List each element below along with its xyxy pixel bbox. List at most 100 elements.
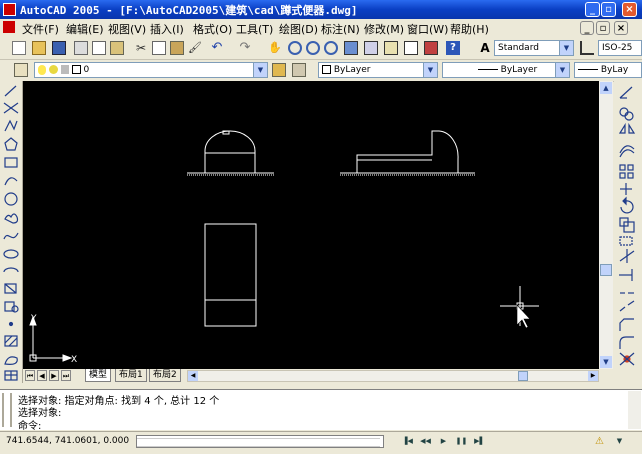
point-icon[interactable] <box>8 321 14 327</box>
menu-help[interactable]: 帮助(H) <box>450 21 489 37</box>
command-prompt[interactable]: 命令: <box>18 417 41 432</box>
construction-line-icon[interactable] <box>3 102 19 114</box>
command-scrollbar[interactable] <box>628 391 641 429</box>
ellipse-arc-icon[interactable] <box>3 267 19 273</box>
move-icon[interactable] <box>620 183 632 195</box>
tab-last-button[interactable]: ⏭ <box>61 370 71 381</box>
chevron-down-icon[interactable]: ▼ <box>555 63 569 77</box>
line-icon[interactable] <box>4 85 17 97</box>
make-block-icon[interactable] <box>4 301 19 313</box>
layer-select[interactable]: 0 ▼ <box>34 62 268 78</box>
vertical-scrollbar[interactable]: ▲ ▼ <box>599 81 613 369</box>
command-line-window[interactable]: 选择对象: 指定对角点: 找到 4 个, 总计 12 个 选择对象: 命令: <box>0 389 642 432</box>
linetype-select[interactable]: ByLayer ▼ <box>442 62 570 78</box>
explode-icon[interactable] <box>619 352 635 366</box>
chevron-down-icon[interactable]: ▼ <box>559 41 573 55</box>
region-icon[interactable] <box>4 356 18 365</box>
drawing-canvas[interactable]: Y X <box>23 81 599 369</box>
match-properties-icon[interactable]: 🖌 <box>188 41 202 55</box>
tab-model[interactable]: 模型 <box>85 369 112 382</box>
menu-tools[interactable]: 工具(T) <box>236 21 273 37</box>
trim-icon[interactable] <box>619 249 635 263</box>
tab-next-button[interactable]: ▶ <box>49 370 59 381</box>
open-icon[interactable] <box>32 41 46 55</box>
table-icon[interactable] <box>4 370 18 381</box>
document-icon[interactable] <box>3 21 15 33</box>
sheet-set-icon[interactable] <box>404 41 418 55</box>
properties-icon[interactable] <box>344 41 358 55</box>
ellipse-icon[interactable] <box>3 249 19 259</box>
text-style-select[interactable]: Standard ▼ <box>494 40 574 56</box>
save-icon[interactable] <box>52 41 66 55</box>
cut-icon[interactable]: ✂ <box>134 41 148 55</box>
stretch-icon[interactable] <box>619 236 633 246</box>
menu-draw[interactable]: 绘图(D) <box>279 21 318 37</box>
paste-icon[interactable] <box>170 41 184 55</box>
menu-format[interactable]: 格式(O) <box>193 21 232 37</box>
media-pause-icon[interactable]: ❚❚ <box>454 435 469 448</box>
horizontal-scrollbar[interactable]: ◀ ▶ <box>187 370 599 382</box>
extend-icon[interactable] <box>619 269 633 281</box>
doc-minimize-button[interactable]: _ <box>580 21 594 35</box>
zoom-window-icon[interactable] <box>306 41 320 55</box>
menu-file[interactable]: 文件(F) <box>22 21 59 37</box>
scale-icon[interactable] <box>619 217 635 233</box>
close-button[interactable]: × <box>622 2 637 17</box>
scroll-thumb[interactable] <box>600 264 612 276</box>
copy-icon[interactable] <box>152 41 166 55</box>
chevron-down-icon[interactable]: ▼ <box>253 63 267 77</box>
menu-edit[interactable]: 编辑(E) <box>66 21 104 37</box>
revision-cloud-icon[interactable] <box>4 213 19 224</box>
status-menu-icon[interactable]: ▼ <box>612 435 627 448</box>
scroll-up-button[interactable]: ▲ <box>600 82 612 94</box>
new-icon[interactable] <box>12 41 26 55</box>
pan-realtime-icon[interactable]: ✋ <box>268 41 282 55</box>
scroll-left-button[interactable]: ◀ <box>188 371 198 381</box>
rectangle-icon[interactable] <box>4 157 18 168</box>
media-play-icon[interactable]: ▶ <box>436 435 451 448</box>
design-center-icon[interactable] <box>364 41 378 55</box>
print-icon[interactable] <box>74 41 88 55</box>
dim-style-icon[interactable] <box>580 41 594 55</box>
tab-layout2[interactable]: 布局2 <box>149 369 181 382</box>
insert-block-icon[interactable] <box>4 283 17 294</box>
tab-layout1[interactable]: 布局1 <box>115 369 147 382</box>
tab-first-button[interactable]: ⏮ <box>25 370 35 381</box>
zoom-previous-icon[interactable] <box>324 41 338 55</box>
print-preview-icon[interactable] <box>92 41 106 55</box>
layer-previous-icon[interactable] <box>292 63 306 77</box>
polygon-icon[interactable] <box>4 137 18 151</box>
doc-restore-button[interactable]: ▫ <box>596 21 610 35</box>
media-first-icon[interactable]: ▐◀ <box>400 435 415 448</box>
doc-close-button[interactable]: × <box>614 21 628 35</box>
scroll-down-button[interactable]: ▼ <box>600 356 612 368</box>
lineweight-select[interactable]: ByLay <box>574 62 642 78</box>
erase-icon[interactable] <box>619 86 633 99</box>
markup-icon[interactable] <box>424 41 438 55</box>
spline-icon[interactable] <box>3 232 19 240</box>
help-icon[interactable]: ? <box>446 41 460 55</box>
tool-palettes-icon[interactable] <box>384 41 398 55</box>
chevron-down-icon[interactable]: ▼ <box>423 63 437 77</box>
menu-insert[interactable]: 插入(I) <box>150 21 184 37</box>
coordinate-display[interactable]: 741.6544, 741.0601, 0.000 <box>6 436 129 446</box>
zoom-realtime-icon[interactable] <box>288 41 302 55</box>
offset-icon[interactable] <box>619 145 635 158</box>
command-window-grip[interactable] <box>2 393 12 427</box>
break-icon[interactable] <box>619 300 635 312</box>
menu-dimension[interactable]: 标注(N) <box>321 21 360 37</box>
copy-object-icon[interactable] <box>619 107 634 121</box>
tab-prev-button[interactable]: ◀ <box>37 370 47 381</box>
horizontal-scroll-thumb[interactable] <box>518 371 528 381</box>
polyline-icon[interactable] <box>4 119 18 132</box>
rotate-icon[interactable] <box>620 196 634 214</box>
mirror-icon[interactable] <box>618 122 636 134</box>
menu-window[interactable]: 窗口(W) <box>407 21 448 37</box>
redo-icon[interactable]: ↷ <box>238 41 252 55</box>
menu-modify[interactable]: 修改(M) <box>364 21 404 37</box>
media-rewind-icon[interactable]: ◀◀ <box>418 435 433 448</box>
scroll-right-button[interactable]: ▶ <box>588 371 598 381</box>
text-style-icon[interactable]: A <box>478 41 492 55</box>
chamfer-icon[interactable] <box>619 318 634 331</box>
fillet-icon[interactable] <box>619 336 634 349</box>
